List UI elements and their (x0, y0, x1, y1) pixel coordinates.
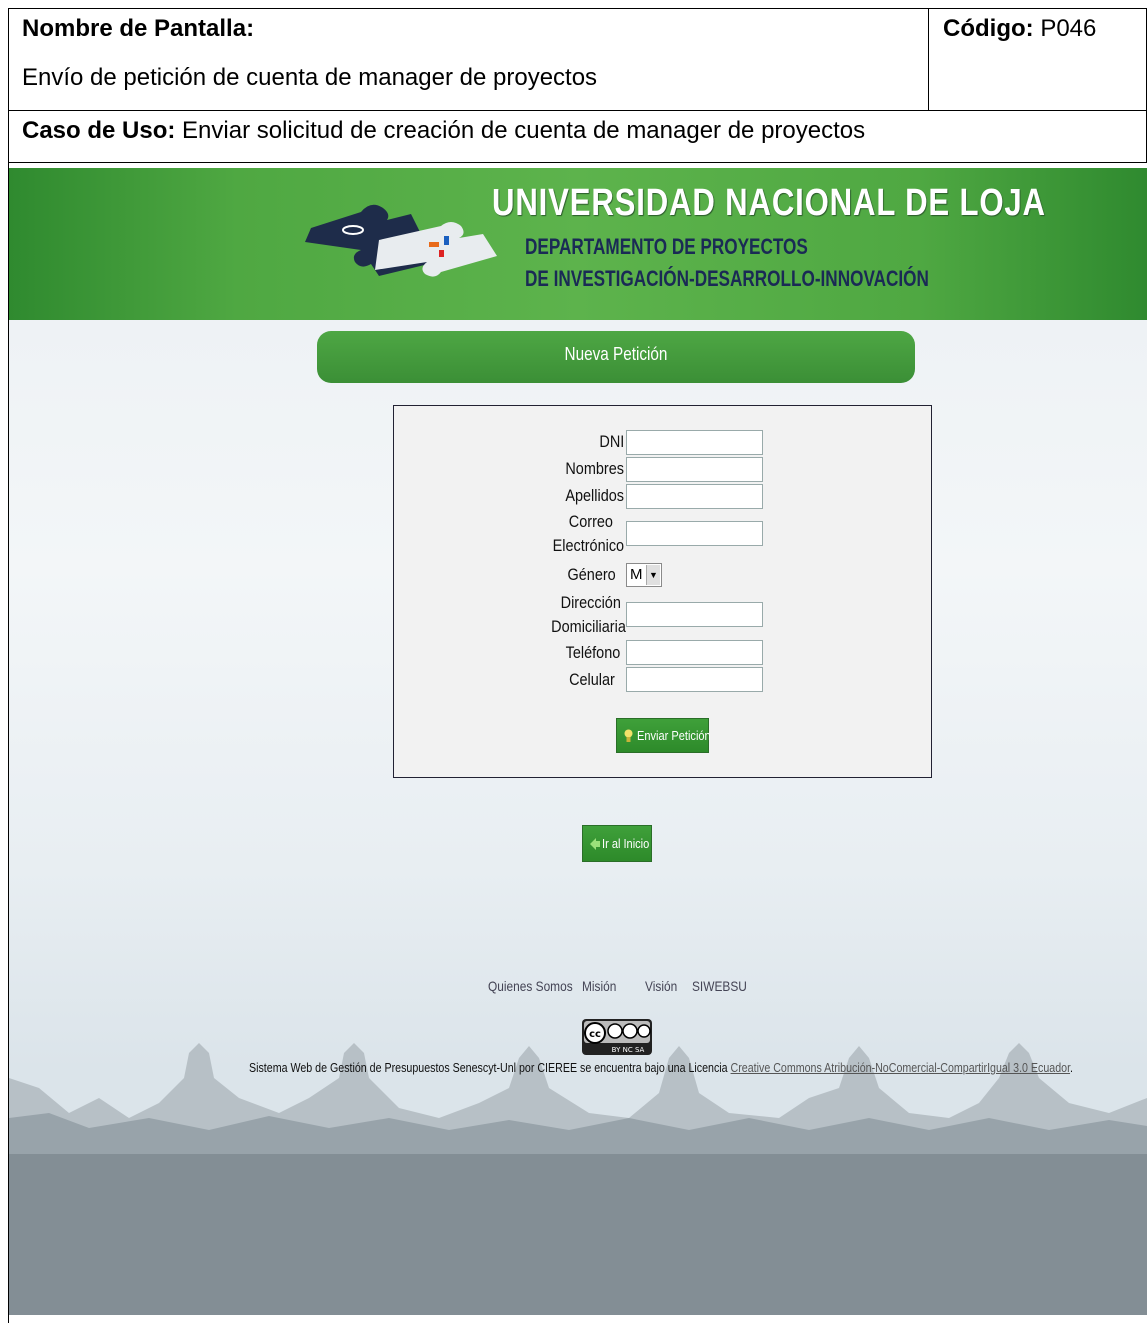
code-label: Código: (943, 15, 1034, 42)
header-row-screen: Nombre de Pantalla: Envío de petición de… (8, 8, 1147, 111)
license-link[interactable]: Creative Commons Atribución-NoComercial-… (731, 1060, 1070, 1075)
section-title: Nueva Petición (564, 344, 668, 364)
nombres-label: Nombres (565, 459, 624, 478)
ground-area (9, 1154, 1147, 1315)
code-value: P046 (1040, 15, 1097, 42)
department-line-1: DEPARTAMENTO DE PROYECTOS (525, 234, 808, 259)
ir-al-inicio-label: Ir al Inicio (602, 836, 650, 851)
request-form: DNI Nombres Apellidos Correo Electrónico… (393, 405, 932, 778)
use-case-value: Enviar solicitud de creación de cuenta d… (182, 117, 866, 144)
screen-name-label: Nombre de Pantalla: (22, 15, 255, 42)
chevron-down-icon[interactable]: ▼ (646, 565, 660, 585)
celular-label: Celular (569, 670, 615, 689)
genero-selected-value: M (630, 566, 643, 583)
svg-text:BY NC SA: BY NC SA (612, 1046, 645, 1054)
license-text: Sistema Web de Gestión de Presupuestos S… (249, 1060, 1073, 1075)
dni-input[interactable] (626, 430, 763, 455)
header-row-use-case: Caso de Uso: Enviar solicitud de creació… (8, 110, 1147, 162)
puzzle-pieces-logo (305, 204, 497, 277)
enviar-peticion-label: Enviar Petición (637, 728, 711, 743)
dni-label: DNI (599, 432, 624, 451)
genero-label: Género (567, 565, 616, 584)
screen-name-value: Envío de petición de cuenta de manager d… (22, 64, 598, 91)
use-case-cell: Caso de Uso: Enviar solicitud de creació… (22, 117, 865, 145)
university-banner: UNIVERSIDAD NACIONAL DE LOJA DEPARTAMENT… (9, 168, 1147, 320)
footer-link-siwebsu[interactable]: SIWEBSU (692, 978, 747, 994)
svg-text:cc: cc (589, 1029, 601, 1040)
use-case-label: Caso de Uso: (22, 117, 176, 144)
document-page: Nombre de Pantalla: Envío de petición de… (0, 0, 1147, 1323)
correo-input[interactable] (626, 521, 763, 546)
telefono-label: Teléfono (565, 643, 620, 662)
back-arrow-icon (590, 838, 600, 850)
footer-link-quienes-somos[interactable]: Quienes Somos (488, 978, 573, 994)
direccion-label-line1: Dirección (560, 593, 621, 612)
enviar-peticion-button[interactable]: Enviar Petición (616, 718, 711, 753)
direccion-input[interactable] (626, 602, 763, 627)
department-line-2: DE INVESTIGACIÓN-DESARROLLO-INNOVACIÓN (525, 266, 929, 291)
ir-al-inicio-button[interactable]: Ir al Inicio (582, 825, 652, 862)
nombres-input[interactable] (626, 457, 763, 482)
app-screenshot: UNIVERSIDAD NACIONAL DE LOJA DEPARTAMENT… (9, 168, 1147, 1315)
apellidos-input[interactable] (626, 484, 763, 509)
license-end: . (1070, 1060, 1074, 1075)
screen-name-cell: Nombre de Pantalla: Envío de petición de… (9, 9, 929, 111)
footer-link-mision[interactable]: Misión (582, 978, 616, 994)
celular-input[interactable] (626, 667, 763, 692)
correo-label-line2: Electrónico (552, 536, 624, 555)
footer-link-vision[interactable]: Visión (645, 978, 677, 994)
creative-commons-badge[interactable]: cc BY NC SA (582, 1019, 652, 1055)
direccion-label-line2: Domiciliaria (551, 617, 626, 636)
apellidos-label: Apellidos (565, 486, 624, 505)
lightbulb-icon (624, 729, 633, 742)
correo-label-line1: Correo (568, 512, 613, 531)
university-title: UNIVERSIDAD NACIONAL DE LOJA (492, 182, 1046, 224)
campus-skyline-illustration (9, 1043, 1147, 1158)
license-statement: Sistema Web de Gestión de Presupuestos S… (249, 1060, 728, 1075)
genero-select[interactable]: M ▼ (626, 563, 662, 587)
code-cell: Código: P046 (943, 15, 1096, 43)
section-title-bar: Nueva Petición (317, 331, 915, 383)
telefono-input[interactable] (626, 640, 763, 665)
